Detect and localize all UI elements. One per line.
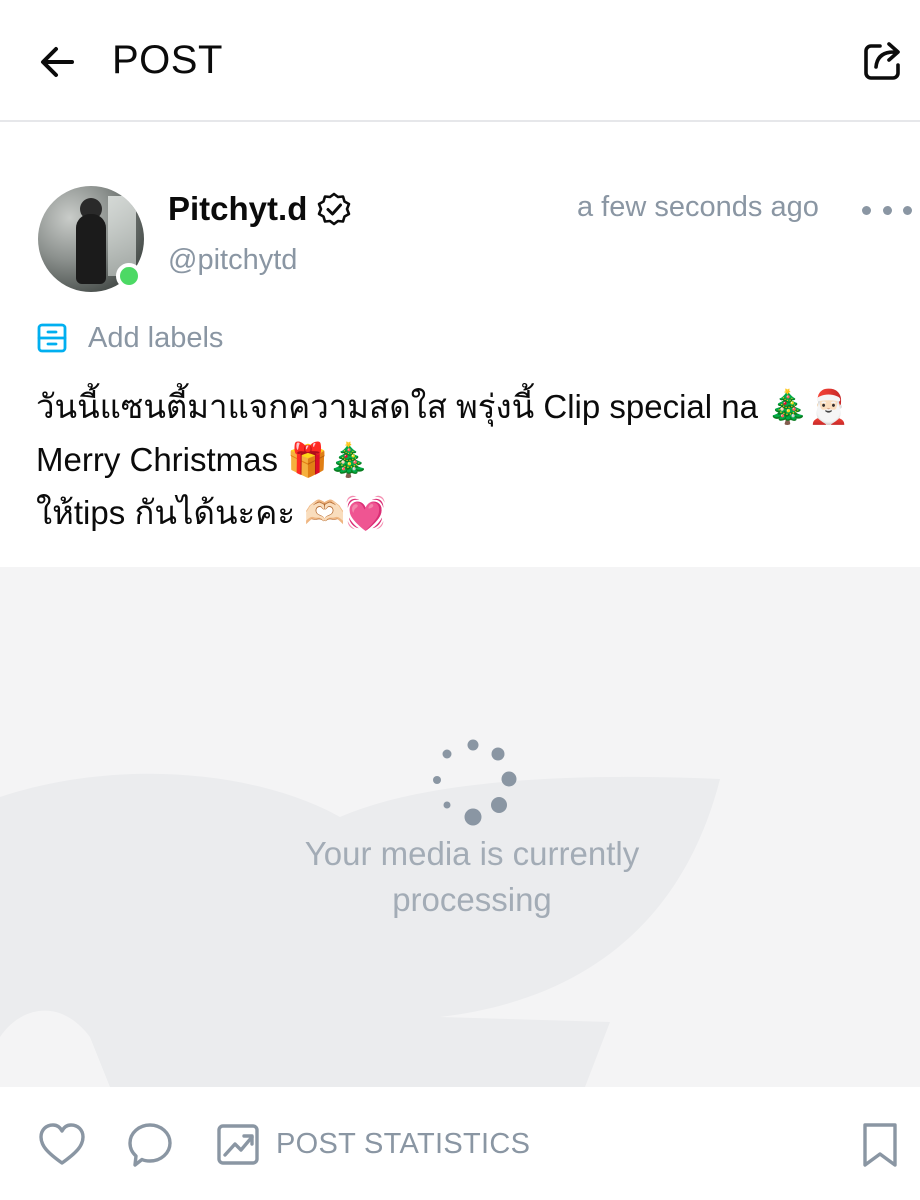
post-caption: วันนี้แซนตี้มาแจกความสดใส พรุ่งนี้ Clip … [36,380,896,539]
verified-badge-icon [317,192,351,226]
arrow-left-icon [41,47,74,77]
top-bar: POST [0,0,920,122]
more-options-button[interactable] [862,198,912,222]
more-dot [882,205,892,215]
back-button[interactable] [36,40,80,84]
author-handle[interactable]: @pitchytd [168,243,297,277]
bookmark-icon [863,1123,897,1167]
share-icon [864,42,900,80]
loading-spinner-icon [433,739,517,826]
post-actions-bar: POST STATISTICS [0,1087,920,1200]
chart-icon [217,1124,259,1165]
author-name-row[interactable]: Pitchyt.d [168,190,351,228]
like-button[interactable] [38,1121,86,1169]
more-dot [903,205,912,215]
caption-line: Merry Christmas 🎁🎄 [36,441,370,478]
share-button[interactable] [860,36,908,84]
add-labels-button[interactable]: Add labels [36,318,223,358]
media-processing-message: Your media is currently processing [304,835,640,918]
comment-button[interactable] [126,1121,174,1169]
add-labels-label: Add labels [88,321,224,354]
online-status-indicator [116,263,142,289]
media-placeholder: Your media is currently processing [0,567,920,1087]
page-title: POST [112,38,223,82]
bookmark-button[interactable] [858,1121,902,1169]
labels-icon [37,323,67,353]
more-dot [862,205,871,215]
post-statistics-button[interactable]: POST STATISTICS [216,1119,530,1169]
heart-icon [39,1123,85,1165]
caption-line: วันนี้แซนตี้มาแจกความสดใส พรุ่งนี้ Clip … [36,388,850,425]
caption-line: ให้tips กันได้นะคะ 🫶🏻💓 [36,494,387,531]
post-timestamp: a few seconds ago [577,191,819,223]
post-statistics-label: POST STATISTICS [276,1127,531,1160]
author-name[interactable]: Pitchyt.d [168,190,307,228]
comment-icon [128,1123,172,1167]
